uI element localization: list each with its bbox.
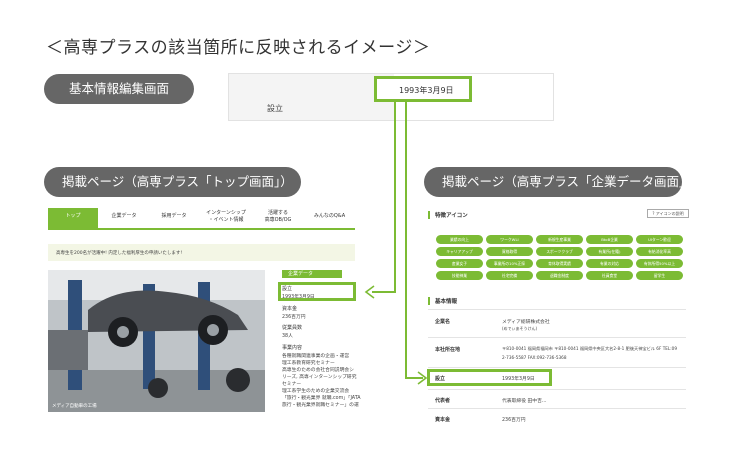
basic-edit-pill: 基本情報編集画面: [44, 74, 194, 104]
feature-tag: 社宅完備: [486, 271, 533, 280]
feature-tag: 有業所(在籍): [586, 247, 633, 256]
nav-tab-internship[interactable]: インターンシップ ・イベント情報: [200, 208, 252, 230]
company-data-header: 企業データ: [282, 270, 342, 278]
connector-line: [405, 102, 407, 378]
employees-value: 38人: [282, 334, 293, 339]
representative-value: 代表取締役 田中吉...: [502, 399, 547, 404]
representative-label: 代表者: [435, 398, 451, 404]
founded-highlight: [278, 282, 356, 301]
address-tel: 2-736-5587 FAX:092-736-5368: [502, 355, 567, 360]
connector-line: [394, 102, 396, 292]
feature-tag: 技能神業: [436, 271, 483, 280]
business-line: 理工系教育研究セミナー: [282, 361, 335, 366]
row-divider: [428, 408, 686, 409]
business-line: 高専生のための会社合同説明会シ: [282, 368, 354, 373]
edit-form-label-cell: 設立: [229, 74, 394, 120]
top-page-pill: 掲載ページ（高専プラス「トップ画面」）: [44, 167, 301, 197]
address-label: 本社所在地: [435, 347, 461, 353]
nav-tab-recruit[interactable]: 採用データ: [150, 208, 198, 230]
employees-label: 従業員数: [282, 325, 303, 331]
address-value: 〒810-0041 福岡県福岡市 〒810-0041 福岡県中央区大名2-8-1…: [502, 346, 677, 351]
feature-tag: 業績の向上: [436, 235, 483, 244]
business-line: セミナー: [282, 382, 302, 387]
feature-tag: UIターン歓迎: [636, 235, 683, 244]
basic-info-title: 基本情報: [428, 297, 457, 305]
company-founded-highlight: [427, 369, 552, 386]
feature-tag: ワークWLI: [486, 235, 533, 244]
row-divider: [428, 309, 686, 310]
icon-legend-button[interactable]: ? アイコンの説明: [647, 209, 689, 218]
company-name-reading: (めでぃあそうけん): [502, 326, 538, 331]
row-divider: [428, 367, 686, 368]
business-line: 理工系学生のための企業交流会: [282, 389, 350, 394]
feature-tag: 育休取得実績: [536, 259, 583, 268]
edit-form-label: 設立: [267, 104, 283, 113]
capital-label: 資本金: [282, 306, 298, 312]
business-line: リーズ, 高専インターンシップ研究: [282, 375, 357, 380]
business-line: 「旅行・観光業界 就職.com」「JATA: [282, 396, 361, 401]
business-label: 事業内容: [282, 345, 303, 351]
feature-icons-title: 特徴アイコン: [428, 211, 468, 219]
nav-tab-company[interactable]: 企業データ: [100, 208, 148, 230]
capital-value: 236百万円: [282, 315, 306, 320]
feature-tag: 資格取得: [486, 247, 533, 256]
feature-tag: 事業所の10%正採: [486, 259, 533, 268]
company-page-pill: 掲載ページ（高専プラス「企業データ画面」）: [424, 167, 698, 197]
nav-tab-qa[interactable]: みんなのQ&A: [304, 208, 355, 230]
company-name-label: 企業名: [435, 319, 451, 325]
page-heading: ＜高専プラスの該当箇所に反映されるイメージ＞: [46, 38, 431, 58]
top-notice: 高専生を200名が活躍中! 内定した福利厚生の申請いたします!: [48, 244, 355, 261]
feature-tag: 有給消化率高: [636, 247, 683, 256]
row-divider: [428, 389, 686, 390]
nav-tab-top[interactable]: トップ: [48, 208, 98, 230]
feature-tag: 退職金制度: [536, 271, 583, 280]
feature-tag: 社員食堂: [586, 271, 633, 280]
feature-tag: 有休所得50%以上: [636, 259, 683, 268]
feature-tag: 有業の対応: [586, 259, 633, 268]
car-lift-image: [48, 270, 265, 412]
capital-row-label: 資本金: [435, 417, 451, 423]
feature-tag: キャリアアップ: [436, 247, 483, 256]
business-line: 各種就職関連事業の企画・運営: [282, 354, 350, 359]
founded-input-value: 1993年3月9日: [399, 86, 454, 95]
row-divider: [428, 337, 686, 338]
nav-tab-obog[interactable]: 活躍する 高専OB/OG: [254, 208, 302, 230]
capital-row-value: 236百万円: [502, 418, 526, 423]
photo-caption: メディア自動車の工場: [52, 404, 97, 409]
feature-tag: 新規生産事業: [536, 235, 583, 244]
company-name-value: メディア総研株式会社: [502, 320, 550, 325]
feature-tag: スポーツクラブ: [536, 247, 583, 256]
top-nav: トップ 企業データ 採用データ インターンシップ ・イベント情報 活躍する 高専…: [48, 208, 355, 230]
factory-photo: メディア自動車の工場: [48, 270, 265, 412]
feature-tag: 産業女子: [436, 259, 483, 268]
business-line: 旅行・観光業界就職セミナー」の運: [282, 403, 359, 408]
arrow-left-icon: [364, 285, 375, 299]
feature-tag: BtoB企業: [586, 235, 633, 244]
founded-input-highlight[interactable]: 1993年3月9日: [374, 76, 472, 102]
feature-tag: 留学生: [636, 271, 683, 280]
